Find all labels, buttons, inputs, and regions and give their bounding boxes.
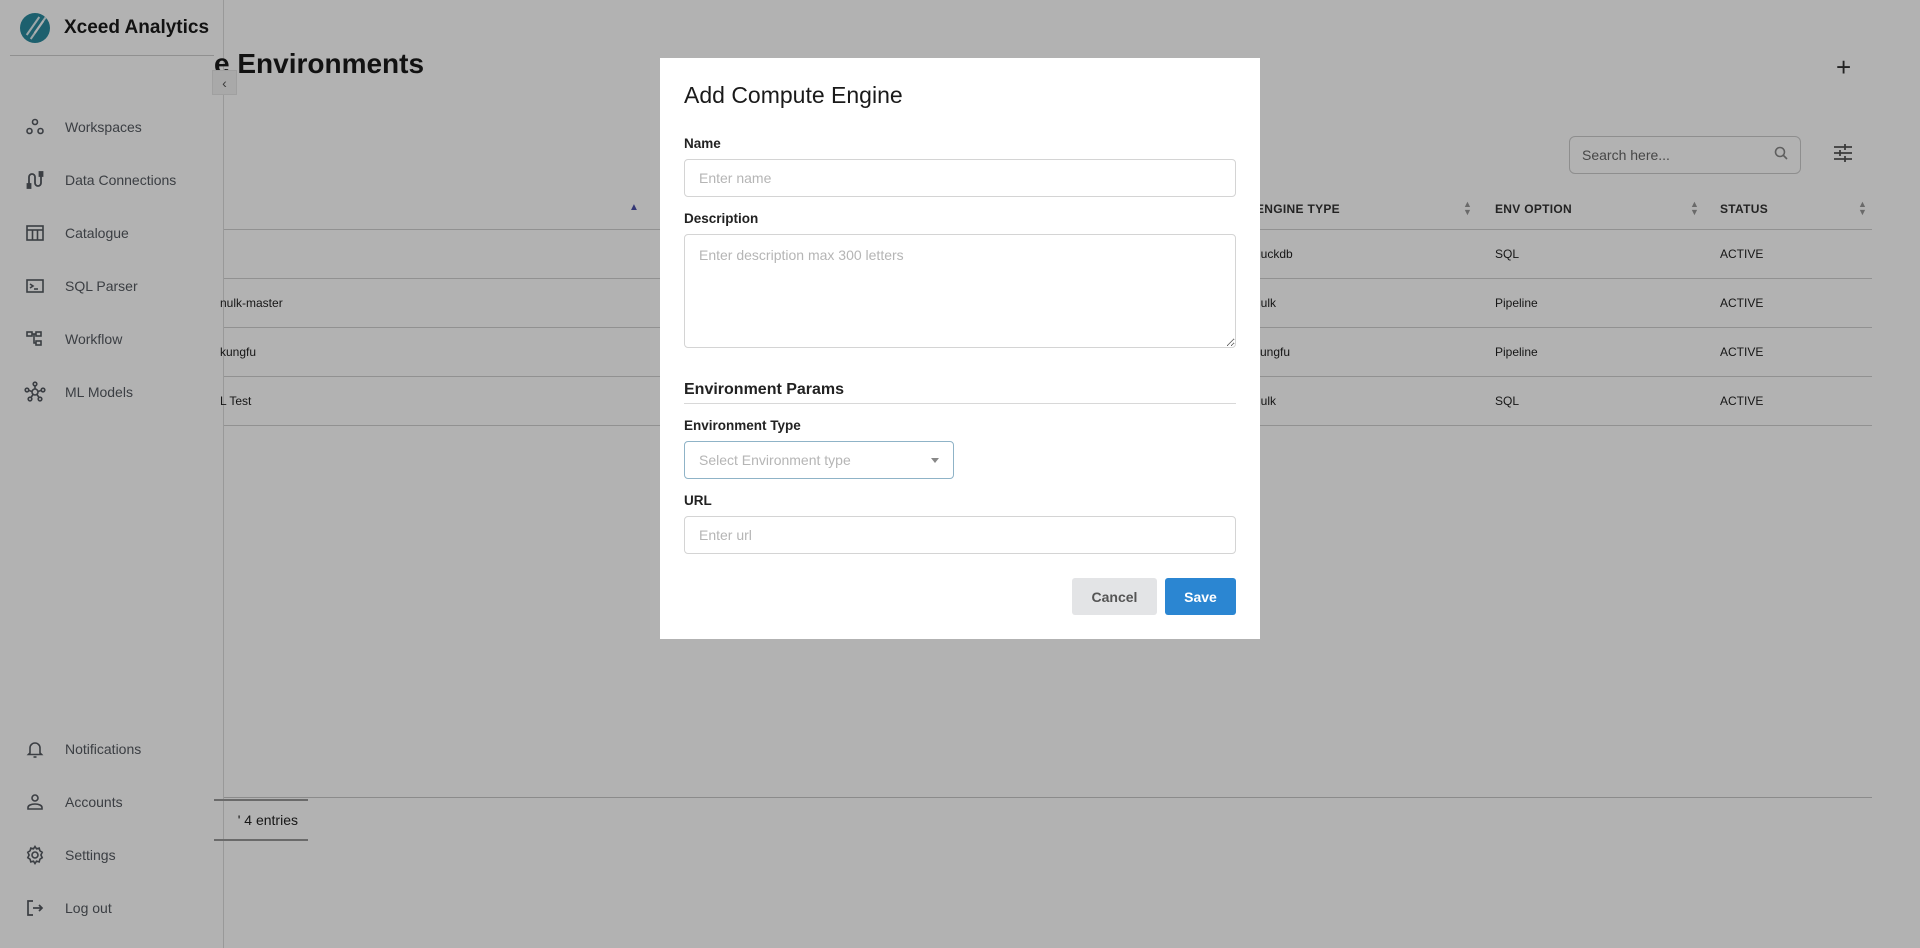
url-input[interactable] [684,516,1236,554]
environment-params-heading: Environment Params [684,381,1236,404]
name-label: Name [684,136,721,151]
modal-title: Add Compute Engine [684,82,903,108]
environment-type-select[interactable]: Select Environment type [684,441,954,479]
modal-actions: Cancel Save [1072,578,1236,615]
name-input[interactable] [684,159,1236,197]
save-button[interactable]: Save [1165,578,1236,615]
description-label: Description [684,211,759,226]
environment-type-label: Environment Type [684,418,801,433]
cancel-button[interactable]: Cancel [1072,578,1157,615]
environment-type-placeholder: Select Environment type [699,452,851,468]
add-compute-engine-modal: Add Compute Engine Name Description Envi… [660,58,1260,639]
caret-down-icon [931,457,939,463]
url-label: URL [684,493,712,508]
description-textarea[interactable] [684,234,1236,348]
